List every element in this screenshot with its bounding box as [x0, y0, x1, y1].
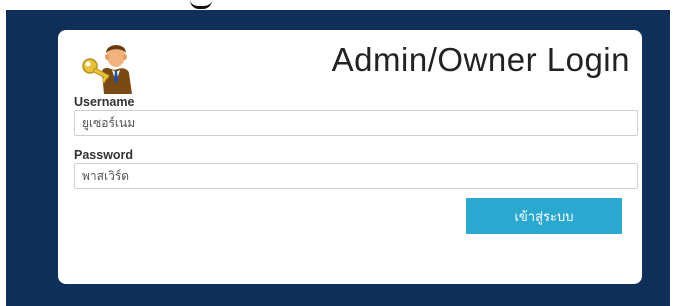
username-label: Username	[74, 95, 135, 109]
top-strip	[0, 0, 676, 10]
page-background: Admin/Owner Login Username Password เข้า…	[6, 10, 670, 306]
password-input[interactable]	[74, 163, 638, 189]
cropped-glyph-fragment	[190, 0, 212, 9]
login-title: Admin/Owner Login	[331, 41, 630, 78]
admin-user-key-icon	[82, 45, 132, 94]
login-card: Admin/Owner Login Username Password เข้า…	[58, 30, 642, 284]
username-input[interactable]	[74, 110, 638, 136]
password-label: Password	[74, 148, 134, 162]
login-submit-button[interactable]: เข้าสู่ระบบ	[466, 198, 622, 234]
